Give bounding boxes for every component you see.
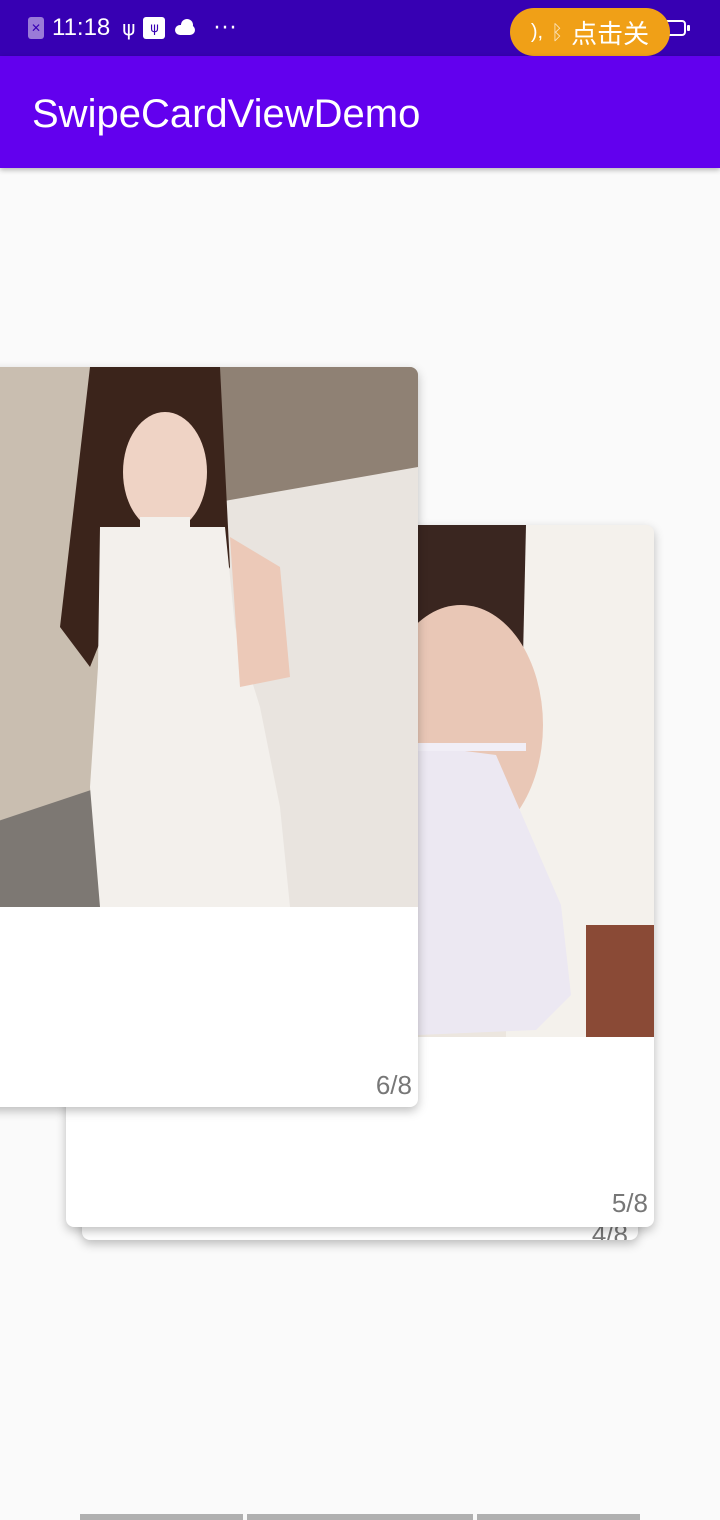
- status-left: ✕ 11:18 ψ ψ ···: [28, 10, 237, 46]
- floating-pill-button[interactable]: ), ᛒ 点击关: [510, 8, 670, 56]
- usb-debug-icon: ψ: [143, 17, 166, 39]
- bluetooth-icon: ᛒ: [551, 20, 564, 44]
- swipe-card-front[interactable]: 6/8: [0, 367, 418, 1107]
- card-photo: [0, 367, 418, 907]
- navigation-gesture-bar[interactable]: [80, 1514, 640, 1520]
- usb-icon: ψ: [122, 16, 136, 40]
- nav-segment: [80, 1514, 243, 1520]
- app-bar: SwipeCardViewDemo: [0, 56, 720, 168]
- cloud-icon: [173, 19, 197, 37]
- page-title: SwipeCardViewDemo: [32, 92, 421, 136]
- nav-segment: [477, 1514, 640, 1520]
- clock: 11:18: [52, 14, 111, 41]
- more-icon: ···: [213, 15, 238, 41]
- card-counter: 5/8: [611, 1188, 648, 1218]
- status-bar: ✕ 11:18 ψ ψ ··· ), ᛒ 点击关: [0, 0, 720, 56]
- sim-icon: ✕: [28, 17, 44, 39]
- nav-segment: [247, 1514, 473, 1520]
- pill-label: 点击关: [571, 19, 650, 50]
- card-counter: 6/8: [375, 1070, 412, 1100]
- pill-glyph: ),: [530, 20, 544, 43]
